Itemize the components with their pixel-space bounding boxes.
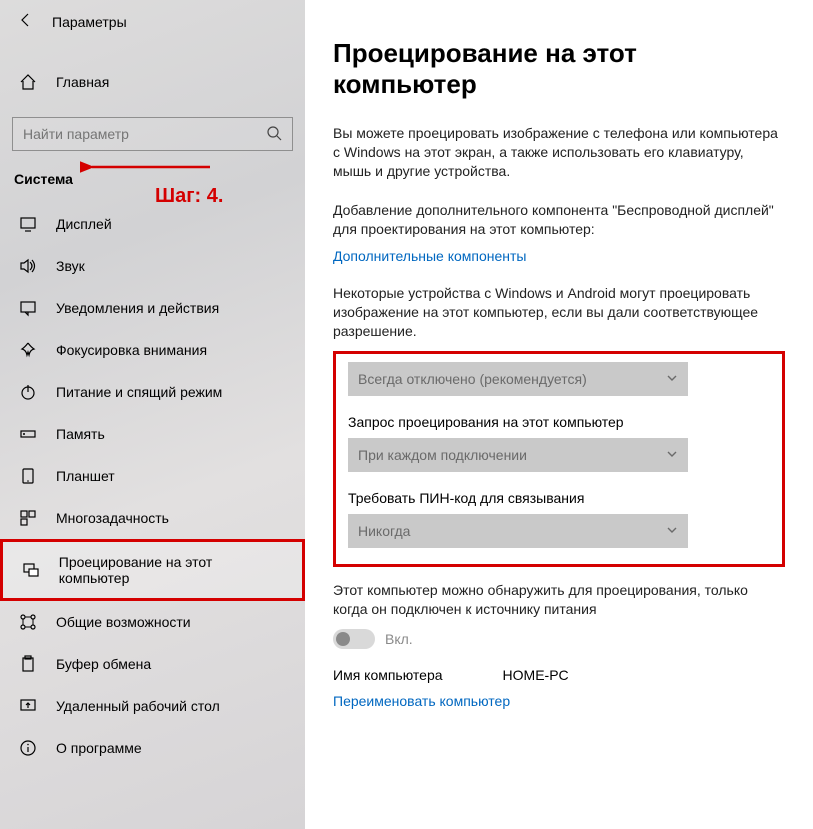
- section-header: Система: [0, 165, 305, 203]
- sidebar-item-label: Удаленный рабочий стол: [56, 698, 220, 714]
- discoverable-toggle[interactable]: [333, 629, 375, 649]
- power-icon: [18, 383, 38, 401]
- sidebar-item-label: Память: [56, 426, 105, 442]
- dropdowns-highlight: Всегда отключено (рекомендуется) Запрос …: [333, 351, 785, 567]
- chevron-down-icon: [666, 523, 678, 539]
- shared-icon: [18, 613, 38, 631]
- sidebar: Параметры Главная Система Шаг: 4. Диспл: [0, 0, 305, 829]
- home-icon: [18, 73, 38, 91]
- storage-icon: [18, 425, 38, 443]
- home-nav[interactable]: Главная: [0, 61, 305, 103]
- sidebar-item-projecting[interactable]: Проецирование на этот компьютер: [0, 539, 305, 601]
- notification-icon: [18, 299, 38, 317]
- sidebar-item-label: Дисплей: [56, 216, 112, 232]
- search-input[interactable]: [23, 126, 243, 142]
- sidebar-item-label: Звук: [56, 258, 85, 274]
- sound-icon: [18, 257, 38, 275]
- sidebar-item-power[interactable]: Питание и спящий режим: [0, 371, 305, 413]
- page-title: Проецирование на этот компьютер: [333, 38, 785, 100]
- sidebar-item-label: Уведомления и действия: [56, 300, 219, 316]
- search-icon[interactable]: [266, 125, 282, 144]
- sidebar-item-multitask[interactable]: Многозадачность: [0, 497, 305, 539]
- sidebar-item-label: Планшет: [56, 468, 115, 484]
- sidebar-item-label: Буфер обмена: [56, 656, 151, 672]
- intro-text-2: Добавление дополнительного компонента "Б…: [333, 201, 785, 239]
- sidebar-item-sound[interactable]: Звук: [0, 245, 305, 287]
- sidebar-item-label: Питание и спящий режим: [56, 384, 222, 400]
- sidebar-item-tablet[interactable]: Планшет: [0, 455, 305, 497]
- toggle-state-label: Вкл.: [385, 631, 413, 647]
- multitask-icon: [18, 509, 38, 527]
- intro-text-3: Некоторые устройства с Windows и Android…: [333, 284, 785, 341]
- home-label: Главная: [56, 74, 109, 90]
- remote-icon: [18, 697, 38, 715]
- tablet-icon: [18, 467, 38, 485]
- display-icon: [18, 215, 38, 233]
- sidebar-item-label: Проецирование на этот компьютер: [59, 554, 284, 586]
- dropdown-pin[interactable]: Никогда: [348, 514, 688, 548]
- chevron-down-icon: [666, 371, 678, 387]
- dropdown-label-pin: Требовать ПИН-код для связывания: [348, 490, 770, 506]
- sidebar-item-focus[interactable]: Фокусировка внимания: [0, 329, 305, 371]
- sidebar-item-label: Общие возможности: [56, 614, 191, 630]
- sidebar-item-clipboard[interactable]: Буфер обмена: [0, 643, 305, 685]
- clipboard-icon: [18, 655, 38, 673]
- dropdown-label-ask: Запрос проецирования на этот компьютер: [348, 414, 770, 430]
- pc-name-value: HOME-PC: [503, 667, 569, 683]
- info-icon: [18, 739, 38, 757]
- sidebar-item-label: Многозадачность: [56, 510, 169, 526]
- pc-name-label: Имя компьютера: [333, 667, 443, 683]
- dropdown-value: Никогда: [358, 523, 410, 539]
- main-content: Проецирование на этот компьютер Вы может…: [305, 0, 813, 829]
- chevron-down-icon: [666, 447, 678, 463]
- search-input-wrap[interactable]: [12, 117, 293, 151]
- sidebar-item-about[interactable]: О программе: [0, 727, 305, 769]
- intro-text-1: Вы можете проецировать изображение с тел…: [333, 124, 785, 181]
- optional-features-link[interactable]: Дополнительные компоненты: [333, 248, 527, 264]
- dropdown-availability[interactable]: Всегда отключено (рекомендуется): [348, 362, 688, 396]
- back-icon[interactable]: [18, 12, 34, 31]
- sidebar-item-remote[interactable]: Удаленный рабочий стол: [0, 685, 305, 727]
- sidebar-item-display[interactable]: Дисплей: [0, 203, 305, 245]
- sidebar-item-shared[interactable]: Общие возможности: [0, 601, 305, 643]
- project-icon: [21, 561, 41, 579]
- sidebar-item-notifications[interactable]: Уведомления и действия: [0, 287, 305, 329]
- rename-pc-link[interactable]: Переименовать компьютер: [333, 693, 510, 709]
- power-note: Этот компьютер можно обнаружить для прое…: [333, 581, 785, 619]
- window-title: Параметры: [52, 14, 127, 30]
- sidebar-item-label: О программе: [56, 740, 142, 756]
- sidebar-item-storage[interactable]: Память: [0, 413, 305, 455]
- dropdown-value: Всегда отключено (рекомендуется): [358, 371, 587, 387]
- sidebar-item-label: Фокусировка внимания: [56, 342, 207, 358]
- focus-icon: [18, 341, 38, 359]
- dropdown-ask[interactable]: При каждом подключении: [348, 438, 688, 472]
- dropdown-value: При каждом подключении: [358, 447, 527, 463]
